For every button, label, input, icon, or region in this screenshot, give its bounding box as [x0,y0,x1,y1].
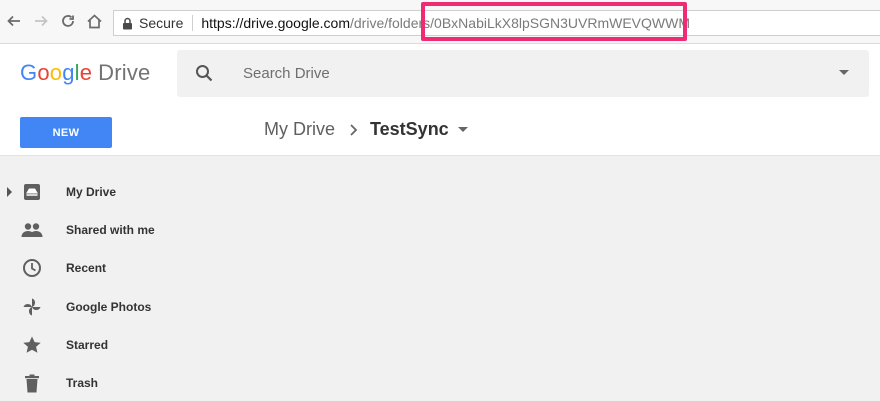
sidebar-item-label: Trash [66,376,99,390]
sidebar-item-my-drive[interactable]: My Drive [0,177,260,207]
logo-letter: g [62,60,75,85]
reload-icon [62,15,74,27]
star-icon [21,334,43,356]
search-icon[interactable] [195,64,213,87]
home-icon [86,13,102,28]
drive-icon [21,181,43,203]
sidebar-item-label: My Drive [66,185,117,199]
forward-button[interactable] [31,11,51,31]
pinwheel-icon [21,296,43,318]
chevron-right-icon [349,123,358,137]
logo-letter: o [37,60,50,85]
sidebar-item-label: Google Photos [66,300,152,314]
browser-toolbar: Secure https://drive.google.com/drive/fo… [0,0,880,44]
folder-menu-dropdown-icon[interactable] [457,127,468,132]
search-bar [177,50,869,97]
sidebar-item-label: Shared with me [66,223,155,237]
clock-icon [21,257,43,279]
url-path: /drive/folders [350,15,431,31]
secure-label: Secure [139,15,184,31]
back-button[interactable] [4,11,24,31]
reload-button[interactable] [58,11,78,31]
sidebar-item-trash[interactable]: Trash [0,368,260,398]
lock-icon [122,17,133,30]
logo-letter: G [20,60,38,85]
breadcrumb-current-folder[interactable]: TestSync [370,119,449,140]
sidebar-item-recent[interactable]: Recent [0,253,260,283]
back-arrow-icon [7,15,20,27]
address-bar[interactable]: Secure https://drive.google.com/drive/fo… [113,10,880,36]
breadcrumb-my-drive[interactable]: My Drive [264,119,335,140]
sidebar-item-starred[interactable]: Starred [0,330,260,360]
search-input[interactable] [243,50,803,97]
expand-arrow-icon[interactable] [7,187,12,197]
sidebar-item-label: Recent [66,261,107,275]
new-button[interactable]: NEW [20,117,112,148]
trash-icon [21,372,43,394]
url-host: https://drive.google.com [201,15,350,31]
url-divider [192,15,194,31]
search-options-dropdown-icon[interactable] [839,70,849,75]
people-icon [21,219,43,241]
google-drive-logo[interactable]: Google Drive [20,60,151,86]
forward-arrow-icon [35,15,48,27]
logo-letter: e [79,60,93,85]
sidebar-item-label: Starred [66,338,109,352]
sidebar-item-shared-with-me[interactable]: Shared with me [0,215,260,245]
url-folder-id: /0BxNabiLkX8lpSGN3UVRmWEVQWWM [430,15,690,31]
logo-product-name: Drive [98,60,151,85]
sidebar-item-google-photos[interactable]: Google Photos [0,292,260,322]
home-button[interactable] [84,11,104,31]
breadcrumb: My Drive TestSync [264,119,468,140]
logo-letter: o [49,60,63,85]
